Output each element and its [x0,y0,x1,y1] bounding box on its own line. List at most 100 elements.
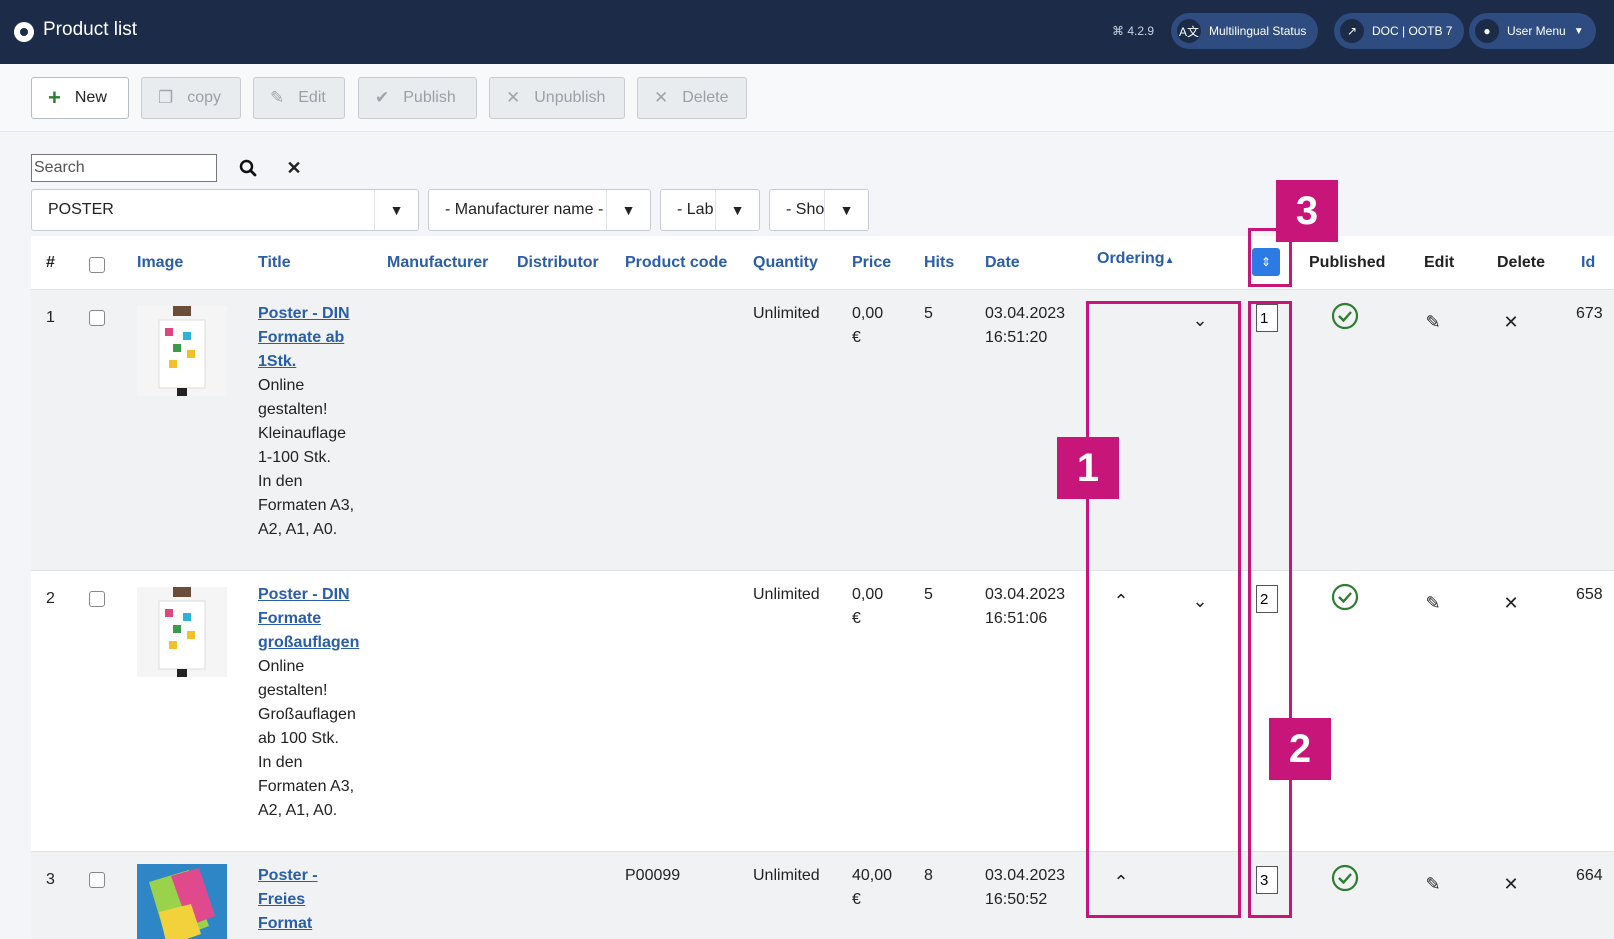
edit-row-icon[interactable]: ✎ [1421,872,1445,896]
date-time: 16:50:52 [985,891,1048,908]
user-menu-label: User Menu [1507,24,1566,38]
col-num: # [46,254,55,271]
user-icon: ● [1475,19,1499,43]
poster-thumbnail-icon [137,306,227,396]
table-row: 1 Poster - DIN Formate ab 1Stk. Online g… [31,290,1614,571]
label-select[interactable]: - Lab ▼ [660,189,760,231]
description-line: Online [258,658,305,675]
table-row: 2 Poster - DIN Formate großauflagen Onli… [31,571,1614,852]
product-image[interactable] [137,587,227,677]
doc-link-label: DOC | OOTB 7 [1372,24,1453,38]
row-checkbox[interactable] [89,310,105,326]
row-checkbox[interactable] [89,872,105,888]
category-select[interactable]: POSTER ▼ [31,189,419,231]
page-title: Product list [43,19,137,40]
close-icon: ✕ [286,157,302,178]
chevron-down-icon: ▼ [374,190,418,230]
search-button[interactable] [236,156,260,180]
description-line: A2, A1, A0. [258,802,338,819]
user-menu-button[interactable]: ● User Menu ▼ [1469,13,1596,49]
published-check-icon[interactable] [1331,302,1359,330]
price: 0,00 € [852,583,883,631]
published-check-icon[interactable] [1331,864,1359,892]
edit-icon: ✎ [270,88,285,107]
poster-thumbnail-icon [137,864,227,939]
col-ordering[interactable]: Ordering▲ [1097,250,1174,268]
col-quantity[interactable]: Quantity [753,254,818,272]
description-line: Formaten A3, [258,778,355,795]
delete-button[interactable]: ✕ Delete [637,77,747,119]
annotation-badge-1: 1 [1057,437,1119,499]
description-line: 1-100 Stk. [258,449,331,466]
title-line: Poster - DIN [258,305,350,322]
col-product-code[interactable]: Product code [625,254,727,272]
table-row: 3 Poster - Freies Format P00099 Unlimite… [31,852,1614,939]
clear-search-button[interactable]: ✕ [282,156,306,180]
doc-link-button[interactable]: ↗ DOC | OOTB 7 [1334,13,1465,49]
product-title-link[interactable]: Poster - DIN Formate ab 1Stk. [258,302,368,374]
external-link-icon: ↗ [1340,19,1364,43]
check-icon: ✔ [375,88,390,107]
x-icon: ✕ [506,88,521,107]
product-image[interactable] [137,306,227,396]
edit-row-icon[interactable]: ✎ [1421,591,1445,615]
copy-button[interactable]: ❐ copy [141,77,241,119]
description-line: Kleinauflage [258,425,347,442]
description-line: gestalten! [258,401,328,418]
date: 03.04.2023 16:51:20 [985,302,1065,350]
joomla-logo-icon[interactable] [14,22,34,42]
search-input[interactable] [31,154,217,182]
col-delete: Delete [1497,254,1546,271]
col-distributor[interactable]: Distributor [517,254,599,272]
row-checkbox[interactable] [89,591,105,607]
version-label: ⌘ 4.2.9 [1112,24,1155,38]
edit-button[interactable]: ✎ Edit [253,77,345,119]
show-select[interactable]: - Sho ▼ [769,189,869,231]
price-value: 40,00 [852,867,893,884]
version-number: 4.2.9 [1127,24,1155,38]
manufacturer-select[interactable]: - Manufacturer name - ▼ [428,189,651,231]
delete-row-icon[interactable]: ✕ [1499,591,1523,615]
col-title[interactable]: Title [258,254,291,272]
col-manufacturer[interactable]: Manufacturer [387,254,488,272]
product-title-link[interactable]: Poster - DIN Formate großauflagen [258,583,368,655]
quantity: Unlimited [753,867,820,884]
toolbar: + New ❐ copy ✎ Edit ✔ Publish ✕ Unpublis… [0,64,1614,132]
col-image[interactable]: Image [137,254,183,272]
delete-row-icon[interactable]: ✕ [1499,872,1523,896]
title-line: Format [258,915,313,932]
show-select-value: - Sho [786,201,824,218]
product-image[interactable] [137,864,227,939]
poster-thumbnail-icon [137,587,227,677]
edit-row-icon[interactable]: ✎ [1421,310,1445,334]
row-num: 3 [46,871,55,888]
col-date[interactable]: Date [985,254,1020,272]
title-line: Poster - DIN [258,586,350,603]
delete-row-icon[interactable]: ✕ [1499,310,1523,334]
search-icon [239,159,257,177]
row-num: 1 [46,309,55,326]
col-id[interactable]: Id [1581,254,1595,272]
new-button[interactable]: + New [31,77,129,119]
title-line: Formate ab [258,329,345,346]
select-all-checkbox[interactable] [89,257,105,273]
multilingual-status-label: Multilingual Status [1209,24,1307,38]
copy-label: copy [187,89,222,106]
publish-button[interactable]: ✔ Publish [358,77,477,119]
multilingual-status-button[interactable]: A文 Multilingual Status [1171,13,1319,49]
unpublish-button[interactable]: ✕ Unpublish [489,77,625,119]
delete-label: Delete [682,89,729,106]
col-hits[interactable]: Hits [924,254,954,272]
title-line: großauflagen [258,634,360,651]
published-check-icon[interactable] [1331,583,1359,611]
product-title-link[interactable]: Poster - Freies Format [258,864,368,936]
product-code: P00099 [625,867,681,884]
col-edit: Edit [1424,254,1455,271]
copy-icon: ❐ [158,88,174,107]
col-price[interactable]: Price [852,254,891,272]
quantity: Unlimited [753,305,820,322]
row-num: 2 [46,590,55,607]
top-header: Product list ⌘ 4.2.9 A文 Multilingual Sta… [0,0,1614,64]
description-line: gestalten! [258,682,328,699]
col-published[interactable]: Published [1309,254,1385,272]
